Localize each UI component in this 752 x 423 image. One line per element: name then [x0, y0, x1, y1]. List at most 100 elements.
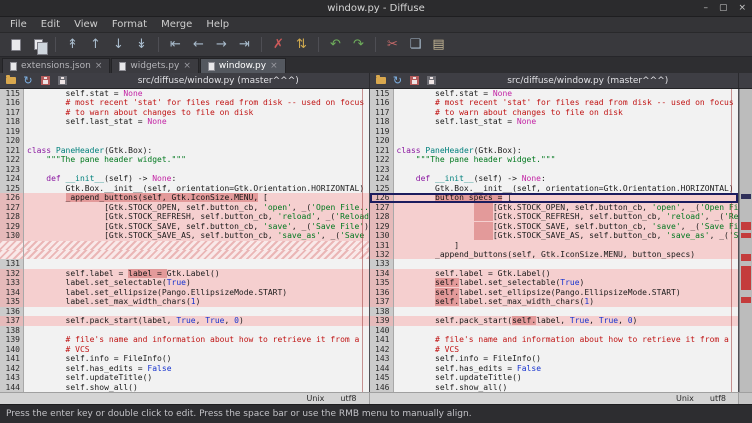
- cut-button[interactable]: ✂: [382, 35, 403, 55]
- tab-close-icon[interactable]: ×: [183, 62, 191, 71]
- code-row[interactable]: 136: [0, 307, 369, 316]
- code-row[interactable]: 118 self.last_stat = None: [370, 117, 739, 126]
- tab-window.py[interactable]: window.py×: [200, 58, 286, 73]
- minimize-button[interactable]: –: [703, 4, 708, 13]
- code-row[interactable]: 140 # VCS: [0, 345, 369, 354]
- menu-view[interactable]: View: [67, 18, 105, 31]
- code-row[interactable]: 142 # VCS: [370, 345, 739, 354]
- code-row[interactable]: 139 self.pack_start(self.label, True, Tr…: [370, 316, 739, 325]
- copy-button[interactable]: ❏: [405, 35, 426, 55]
- code-row[interactable]: 117 # to warn about changes to file on d…: [0, 108, 369, 117]
- pane-body[interactable]: 115 self.stat = None116 # most recent 's…: [0, 89, 369, 392]
- pane-body[interactable]: 115 self.stat = None116 # most recent 's…: [370, 89, 739, 392]
- code-row[interactable]: 123: [370, 165, 739, 174]
- close-button[interactable]: ×: [738, 4, 746, 13]
- code-row[interactable]: 131 ]: [370, 241, 739, 250]
- tab-close-icon[interactable]: ×: [95, 62, 103, 71]
- code-row[interactable]: 131: [0, 259, 369, 268]
- open-file-button[interactable]: [28, 35, 49, 55]
- code-row[interactable]: 143 self.updateTitle(): [0, 373, 369, 382]
- code-row[interactable]: 134 self.label = Gtk.Label(): [370, 269, 739, 278]
- menu-format[interactable]: Format: [105, 18, 154, 31]
- code-row[interactable]: 117 # to warn about changes to file on d…: [370, 108, 739, 117]
- code-row[interactable]: 124 def __init__(self) -> None:: [370, 174, 739, 183]
- code-row[interactable]: 137 self.label.set_max_width_chars(1): [370, 297, 739, 306]
- code-row[interactable]: 115 self.stat = None: [370, 89, 739, 98]
- code-row[interactable]: 136 self.label.set_ellipsize(Pango.Ellip…: [370, 288, 739, 297]
- code-row[interactable]: 132 self.label = label = Gtk.Label(): [0, 269, 369, 278]
- menu-merge[interactable]: Merge: [154, 18, 199, 31]
- right-pane[interactable]: 115 self.stat = None116 # most recent 's…: [370, 89, 740, 392]
- code-row[interactable]: 133: [370, 259, 739, 268]
- code-row[interactable]: 121class PaneHeader(Gtk.Box):: [370, 146, 739, 155]
- code-row[interactable]: 138: [370, 307, 739, 316]
- code-row[interactable]: 124 def __init__(self) -> None:: [0, 174, 369, 183]
- save-file-button[interactable]: [408, 74, 422, 87]
- maximize-button[interactable]: ▢: [719, 4, 728, 13]
- previous-difference-button[interactable]: ↑: [85, 35, 106, 55]
- code-row[interactable]: 120: [0, 136, 369, 145]
- code-row[interactable]: 119: [370, 127, 739, 136]
- code-row[interactable]: 125 Gtk.Box.__init__(self, orientation=G…: [0, 184, 369, 193]
- code-row[interactable]: 137 self.pack_start(label, True, True, 0…: [0, 316, 369, 325]
- open-file-button[interactable]: [374, 74, 388, 87]
- code-row[interactable]: 127 [Gtk.STOCK_OPEN, self.button_cb, 'op…: [370, 203, 739, 212]
- undo-button[interactable]: ↶: [325, 35, 346, 55]
- code-row[interactable]: 122 """The pane header widget.""": [0, 155, 369, 164]
- code-row[interactable]: 121class PaneHeader(Gtk.Box):: [0, 146, 369, 155]
- code-row[interactable]: 146 self.show_all(): [370, 383, 739, 392]
- code-row[interactable]: 130 [Gtk.STOCK_SAVE_AS, self.button_cb, …: [370, 231, 739, 240]
- code-row[interactable]: 144 self.has_edits = False: [370, 364, 739, 373]
- menu-help[interactable]: Help: [199, 18, 236, 31]
- code-row[interactable]: 129 [Gtk.STOCK_SAVE, self.button_cb, 'sa…: [370, 222, 739, 231]
- go-previous-button[interactable]: ←: [188, 35, 209, 55]
- code-row[interactable]: 135 label.set_max_width_chars(1): [0, 297, 369, 306]
- code-row[interactable]: 120: [370, 136, 739, 145]
- code-row[interactable]: 115 self.stat = None: [0, 89, 369, 98]
- new-file-button[interactable]: [5, 35, 26, 55]
- tab-widgets.py[interactable]: widgets.py×: [111, 58, 199, 73]
- code-row[interactable]: 141 self.info = FileInfo(): [0, 354, 369, 363]
- go-next-button[interactable]: →: [211, 35, 232, 55]
- reload-file-button[interactable]: ↻: [391, 74, 405, 87]
- open-file-button[interactable]: [4, 74, 18, 87]
- left-pane[interactable]: 115 self.stat = None116 # most recent 's…: [0, 89, 370, 392]
- next-difference-button[interactable]: ↓: [108, 35, 129, 55]
- code-row[interactable]: 128 [Gtk.STOCK_REFRESH, self.button_cb, …: [0, 212, 369, 221]
- code-row[interactable]: 130 [Gtk.STOCK_SAVE_AS, self.button_cb, …: [0, 231, 369, 240]
- code-row[interactable]: [0, 241, 369, 250]
- code-row[interactable]: 125 Gtk.Box.__init__(self, orientation=G…: [370, 184, 739, 193]
- code-row[interactable]: 143 self.info = FileInfo(): [370, 354, 739, 363]
- code-row[interactable]: 126 button_specs = [: [370, 193, 739, 202]
- tab-extensions.json[interactable]: extensions.json×: [2, 58, 110, 73]
- save-file-as-button[interactable]: [55, 74, 69, 87]
- code-row[interactable]: 134 label.set_ellipsize(Pango.EllipsizeM…: [0, 288, 369, 297]
- first-difference-button[interactable]: ↟: [62, 35, 83, 55]
- redo-button[interactable]: ↷: [348, 35, 369, 55]
- go-last-button[interactable]: ⇥: [234, 35, 255, 55]
- code-row[interactable]: 141 # file's name and information about …: [370, 335, 739, 344]
- clear-edits-button[interactable]: ✗: [268, 35, 289, 55]
- menu-edit[interactable]: Edit: [34, 18, 67, 31]
- diff-map[interactable]: [739, 89, 752, 392]
- realign-button[interactable]: ⇅: [291, 35, 312, 55]
- code-row[interactable]: 140: [370, 326, 739, 335]
- code-row[interactable]: 129 [Gtk.STOCK_SAVE, self.button_cb, 'sa…: [0, 222, 369, 231]
- reload-file-button[interactable]: ↻: [21, 74, 35, 87]
- code-row[interactable]: 142 self.has_edits = False: [0, 364, 369, 373]
- code-row[interactable]: 116 # most recent 'stat' for files read …: [0, 98, 369, 107]
- code-row[interactable]: [0, 250, 369, 259]
- code-row[interactable]: 138: [0, 326, 369, 335]
- menu-file[interactable]: File: [3, 18, 34, 31]
- code-row[interactable]: 116 # most recent 'stat' for files read …: [370, 98, 739, 107]
- code-row[interactable]: 139 # file's name and information about …: [0, 335, 369, 344]
- save-file-button[interactable]: [38, 74, 52, 87]
- go-first-button[interactable]: ⇤: [165, 35, 186, 55]
- code-row[interactable]: 127 [Gtk.STOCK_OPEN, self.button_cb, 'op…: [0, 203, 369, 212]
- code-row[interactable]: 128 [Gtk.STOCK_REFRESH, self.button_cb, …: [370, 212, 739, 221]
- tab-close-icon[interactable]: ×: [270, 62, 278, 71]
- code-row[interactable]: 119: [0, 127, 369, 136]
- code-row[interactable]: 145 self.updateTitle(): [370, 373, 739, 382]
- code-row[interactable]: 122 """The pane header widget.""": [370, 155, 739, 164]
- code-row[interactable]: 144 self.show_all(): [0, 383, 369, 392]
